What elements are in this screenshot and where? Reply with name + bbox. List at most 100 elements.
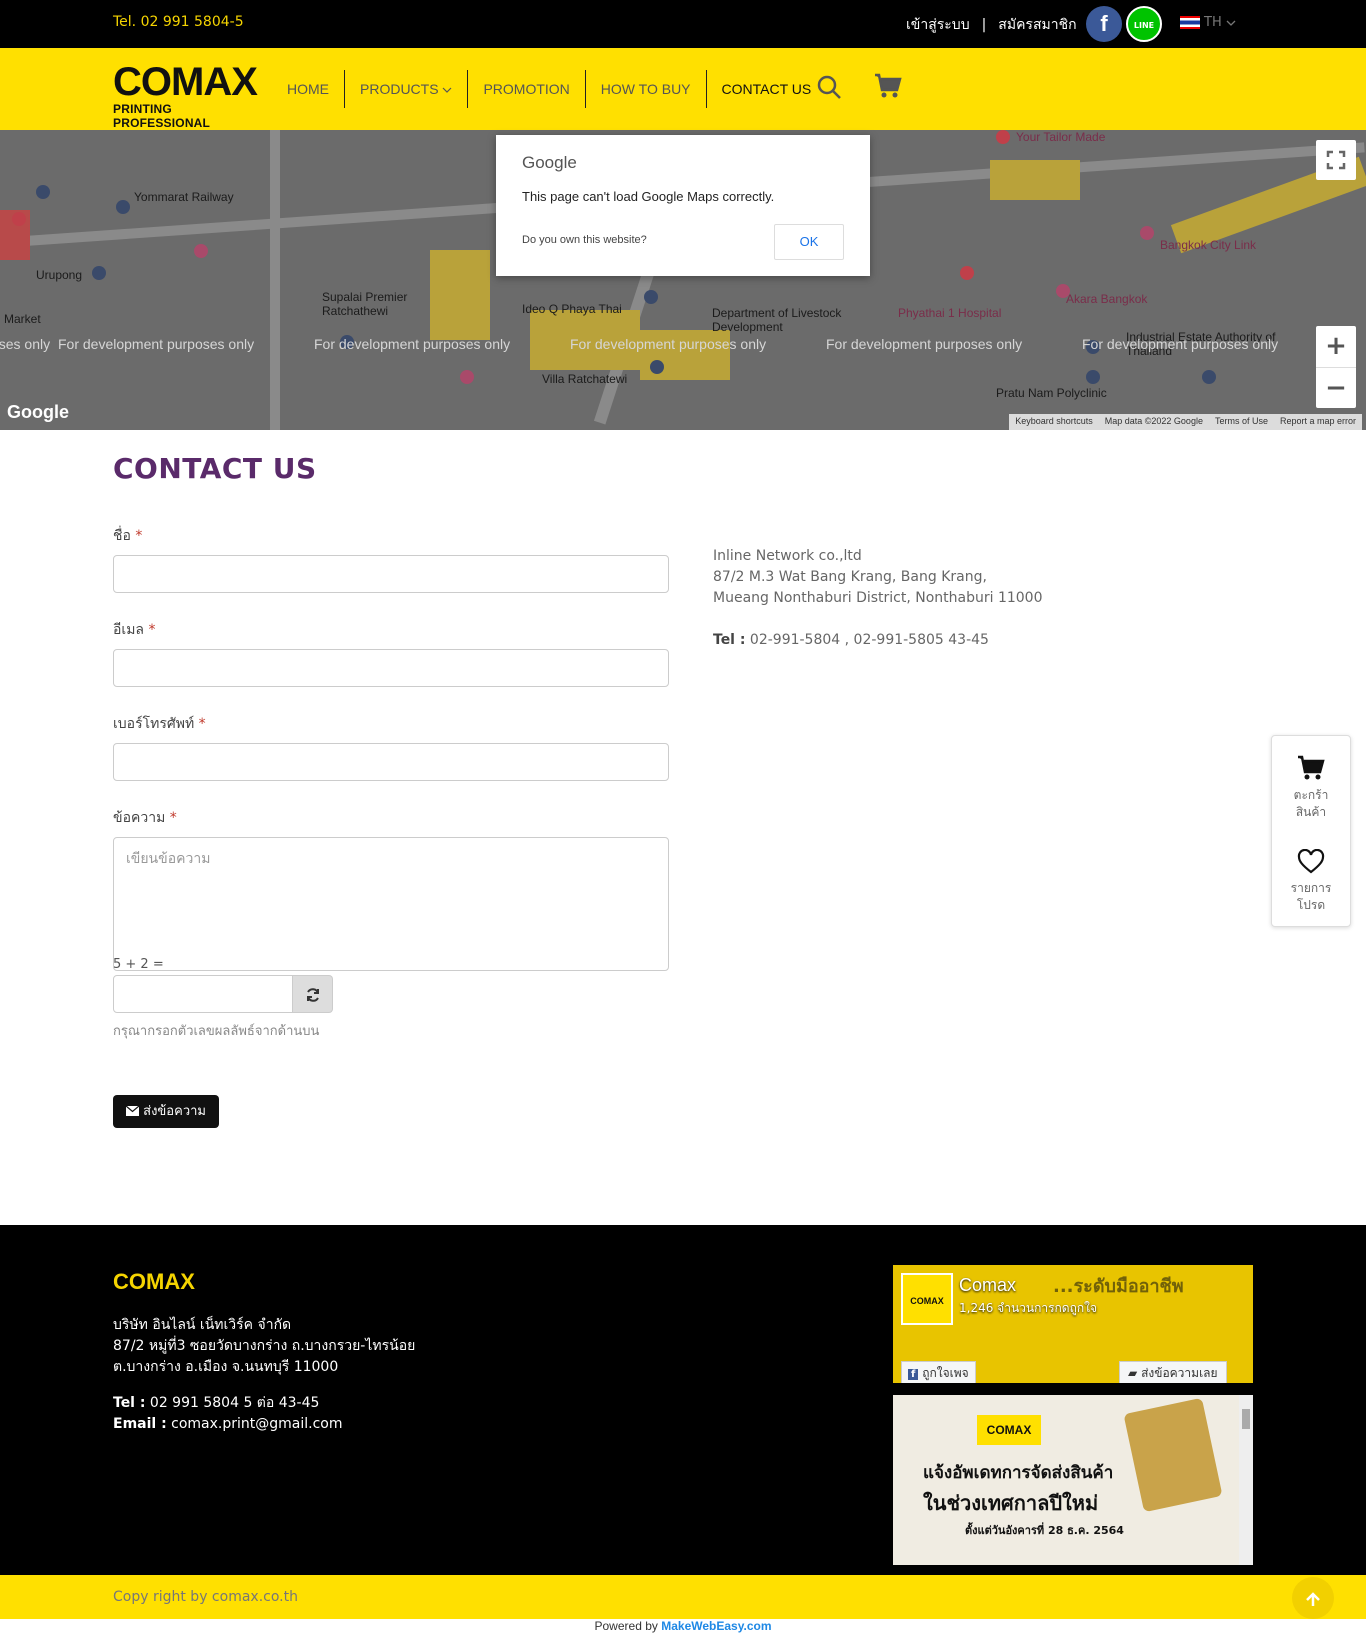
map-pin-icon [1202, 370, 1216, 384]
message-label-text: ข้อความ [113, 810, 166, 826]
name-input[interactable] [113, 555, 669, 593]
comax-logo[interactable]: COMAX PRINTING PROFESSIONAL [113, 60, 263, 130]
line-icon[interactable]: LINE [1126, 6, 1162, 42]
submit-button[interactable]: ส่งข้อความ [113, 1095, 219, 1128]
footer-brand: COMAX [113, 1269, 195, 1294]
tel-label: Tel : [713, 632, 746, 648]
language-selector[interactable]: TH [1180, 15, 1236, 30]
message-textarea[interactable]: เขียนข้อความ [113, 837, 669, 971]
footer-email-value[interactable]: comax.print@gmail.com [171, 1416, 342, 1432]
hospital-icon [960, 266, 974, 280]
map-pin-icon [36, 185, 50, 199]
fb-like-count: 1,246 จำนวนการกดถูกใจ [959, 1301, 1098, 1315]
post-scrollbar[interactable] [1239, 1395, 1253, 1565]
map-place-label: Urupong [36, 268, 83, 282]
nav-home[interactable]: HOME [272, 70, 344, 108]
auth-links: เข้าสู่ระบบ | สมัครสมาชิก [906, 14, 1077, 36]
contact-form: ชื่อ * อีเมล * เบอร์โทรศัพท์ * ข้อความ *… [113, 525, 669, 971]
arrow-up-icon [1306, 1591, 1320, 1606]
dialog-own-website-link[interactable]: Do you own this website? [522, 234, 647, 246]
facebook-icon: f [908, 1369, 919, 1380]
post-headline-2: ในช่วงเทศกาลปีใหม่ [923, 1491, 1099, 1515]
map-place-label: Phyathai 1 Hospital [898, 306, 1002, 320]
footer-tel-value: 02 991 5804 5 ต่อ 43-45 [149, 1395, 320, 1411]
cart-icon[interactable] [874, 72, 902, 100]
map-pin-icon [92, 266, 106, 280]
powered-by: Powered by MakeWebEasy.com [0, 1619, 1366, 1636]
zoom-out-button[interactable]: − [1316, 367, 1356, 408]
map-pin-icon [194, 244, 208, 258]
map-attribution: Keyboard shortcuts Map data ©2022 Google… [1009, 414, 1362, 430]
facebook-post[interactable]: COMAX แจ้งอัพเดทการจัดส่งสินค้า ในช่วงเท… [893, 1395, 1253, 1565]
topbar-tel: Tel. 02 991 5804-5 [113, 14, 244, 30]
captcha-refresh-button[interactable] [293, 975, 333, 1013]
dialog-google-logo: Google [522, 153, 577, 172]
login-link[interactable]: เข้าสู่ระบบ [906, 14, 970, 36]
cart-icon [1298, 755, 1325, 780]
nav-how-to-buy[interactable]: HOW TO BUY [584, 70, 706, 108]
map-watermark: For development purposes only [58, 336, 255, 352]
map-place-label: Pratu Nam Polyclinic [996, 386, 1107, 400]
required-mark: * [198, 716, 206, 732]
nav-promotion[interactable]: PROMOTION [467, 70, 584, 108]
map-area [990, 160, 1080, 200]
fb-page-logo: COMAX [901, 1273, 953, 1325]
zoom-in-button[interactable]: + [1316, 326, 1356, 367]
required-mark: * [135, 528, 143, 544]
side-cart-button[interactable]: ตะกร้า สินค้า [1272, 736, 1350, 831]
heart-icon [1297, 848, 1325, 874]
map-zoom-control: + − [1316, 326, 1356, 408]
keyboard-shortcuts-link[interactable]: Keyboard shortcuts [1009, 414, 1099, 430]
fb-cover-text: ...ระดับมืออาชีพ [1053, 1276, 1184, 1297]
post-headline-1: แจ้งอัพเดทการจัดส่งสินค้า [923, 1463, 1114, 1483]
nav-menu: HOME PRODUCTS PROMOTION HOW TO BUY CONTA… [272, 70, 826, 108]
fb-like-button[interactable]: f ถูกใจเพจ [901, 1361, 976, 1383]
nav-contact-us[interactable]: CONTACT US [705, 70, 827, 108]
scrollbar-thumb[interactable] [1242, 1409, 1250, 1429]
fb-page-name[interactable]: Comax [959, 1275, 1016, 1296]
map-place-label: Yommarat Railway [134, 190, 234, 204]
footer-contact: Tel : 02 991 5804 5 ต่อ 43-45 Email : co… [113, 1393, 342, 1435]
captcha-hint: กรุณากรอกตัวเลขผลลัพธ์จากด้านบน [113, 1024, 320, 1039]
map-pin-icon [650, 360, 664, 374]
side-wishlist-button[interactable]: รายการ โปรด [1272, 831, 1350, 926]
nav-products-label: PRODUCTS [360, 81, 439, 97]
footer: COMAX บริษัท อินไลน์ เน็ทเวิร์ค จำกัด 87… [0, 1225, 1366, 1575]
hospital-icon [12, 212, 26, 226]
chevron-down-icon [443, 87, 452, 93]
map-watermark: For development purposes only [0, 336, 51, 352]
terms-of-use-link[interactable]: Terms of Use [1209, 414, 1274, 430]
facebook-icon[interactable]: f [1086, 6, 1122, 42]
dialog-ok-button[interactable]: OK [774, 224, 844, 260]
map-fullscreen-button[interactable] [1316, 140, 1356, 180]
fb-message-button[interactable]: ▰ ส่งข้อความเลย [1119, 1361, 1227, 1383]
map-pin-icon [1086, 370, 1100, 384]
map-area [430, 250, 490, 340]
copyright-bar: Copy right by comax.co.th [0, 1575, 1366, 1619]
nav-products[interactable]: PRODUCTS [344, 70, 467, 108]
fullscreen-icon [1326, 150, 1346, 170]
email-input[interactable] [113, 649, 669, 687]
map-place-label: Villa Ratchatewi [542, 372, 628, 386]
footer-address-line1: 87/2 หมู่ที่3 ซอยวัดบางกร่าง ถ.บางกรวย-ไ… [113, 1338, 416, 1354]
powered-by-label: Powered by [594, 1619, 658, 1633]
captcha-input[interactable] [113, 975, 293, 1013]
floating-side-widget: ตะกร้า สินค้า รายการ โปรด [1271, 735, 1351, 927]
page-title: CONTACT US [113, 452, 317, 485]
email-label-text: อีเมล [113, 622, 145, 638]
map-place-label: Bangkok City Link [1160, 238, 1257, 252]
auth-separator: | [981, 17, 987, 33]
scroll-top-button[interactable] [1292, 1577, 1334, 1619]
footer-company: บริษัท อินไลน์ เน็ทเวิร์ค จำกัด [113, 1317, 292, 1333]
report-map-error-link[interactable]: Report a map error [1274, 414, 1362, 430]
map-pin-icon [996, 130, 1010, 144]
search-icon[interactable] [816, 74, 842, 100]
makewebeasy-link[interactable]: MakeWebEasy.com [661, 1619, 771, 1633]
thai-flag-icon [1180, 16, 1200, 29]
logo-main: COMAX [113, 60, 258, 104]
facebook-page-widget[interactable]: ...ระดับมืออาชีพ COMAX Comax 1,246 จำนวน… [893, 1265, 1253, 1383]
copyright-text: Copy right by comax.co.th [113, 1589, 298, 1605]
phone-input[interactable] [113, 743, 669, 781]
register-link[interactable]: สมัครสมาชิก [998, 14, 1076, 36]
map-place-label: Market [4, 312, 41, 326]
